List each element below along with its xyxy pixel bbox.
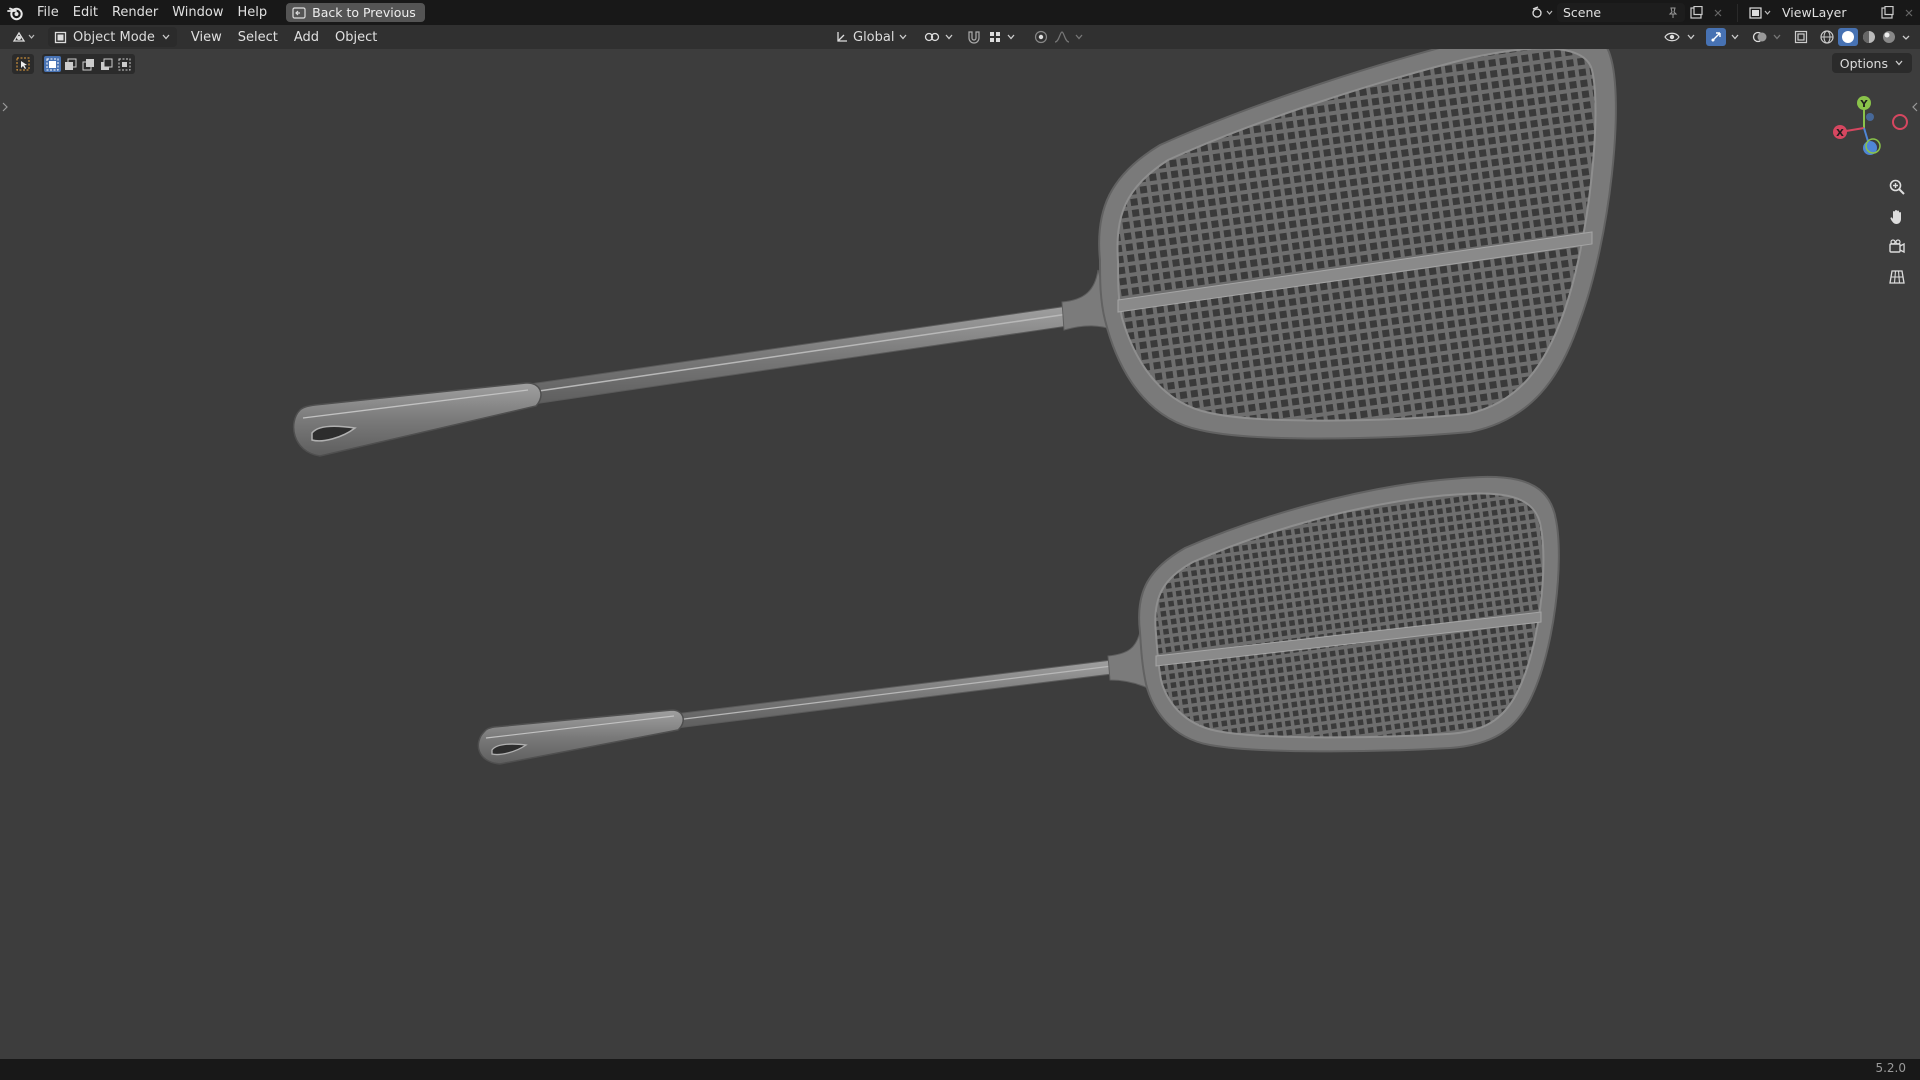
y-axis-label: Y [1859,99,1868,110]
proportional-falloff-dropdown[interactable] [1054,30,1084,44]
negative-z-handle[interactable] [1866,113,1874,121]
material-preview-shading-icon[interactable] [1860,28,1878,46]
pivot-point-dropdown[interactable] [924,30,954,44]
chevron-down-icon[interactable] [1900,28,1912,46]
proportional-edit-toggle[interactable] [1034,30,1048,44]
navigation-gizmo[interactable]: Y X [1824,90,1914,165]
proportional-edit-icon [1035,30,1048,44]
menu-help[interactable]: Help [231,0,275,25]
menu-render[interactable]: Render [105,0,165,25]
falloff-curve-icon [1055,31,1070,43]
gizmo-icon [1706,28,1726,46]
object-mode-label: Object Mode [73,29,155,45]
chevron-down-icon [1007,34,1015,40]
snap-grid-icon [990,32,1001,42]
chevron-down-icon [162,34,170,40]
negative-x-handle[interactable] [1892,114,1908,130]
xray-toggle[interactable] [1794,30,1808,44]
screen-back-icon [292,6,306,19]
view-layer-selector-icon[interactable] [1746,3,1776,22]
overlays-toggle[interactable] [1752,30,1782,44]
viewport-canvas[interactable] [0,49,1920,1059]
top-bar: File Edit Render Window Help Back to Pre… [0,0,1920,25]
chevron-down-icon [1773,34,1781,40]
new-scene-icon[interactable] [1685,3,1707,22]
snap-target-dropdown[interactable] [988,30,1016,44]
back-to-previous-label: Back to Previous [312,5,416,20]
camera-view-icon[interactable] [1884,235,1910,259]
viewport-right-tools [1664,25,1912,49]
fly-swatter-small[interactable] [477,475,1560,765]
visibility-dropdown[interactable] [1664,30,1696,44]
menu-select[interactable]: Select [230,30,286,45]
menu-view[interactable]: View [183,30,230,45]
chevron-down-icon [945,34,953,40]
snap-toggle[interactable] [966,30,982,44]
viewport-header: Object Mode View Select Add Object Globa… [0,25,1920,49]
wireframe-shading-icon[interactable] [1818,28,1836,46]
version-label: 5.2.0 [1875,1061,1906,1075]
menu-add[interactable]: Add [286,30,327,45]
chevron-down-icon [1687,34,1695,40]
blender-logo-icon[interactable] [0,0,30,25]
pivot-link-icon [925,32,940,42]
object-mode-dropdown[interactable]: Object Mode [48,27,177,47]
delete-scene-icon[interactable] [1707,3,1729,22]
scene-name: Scene [1563,5,1602,20]
perspective-grid-icon[interactable] [1884,265,1910,289]
shading-modes [1818,28,1912,46]
chevron-down-icon [1731,34,1739,40]
orientation-axes-icon [837,32,847,42]
menu-file[interactable]: File [30,0,66,25]
view-layer-name: ViewLayer [1782,5,1847,20]
object-mode-icon [54,31,67,43]
magnet-icon [968,31,981,44]
scene-selector-icon[interactable] [1527,3,1557,22]
delete-view-layer-icon[interactable] [1898,3,1920,22]
fly-swatter-large[interactable] [292,49,1617,457]
menu-window[interactable]: Window [165,0,230,25]
chevron-down-icon [899,34,907,40]
menu-edit[interactable]: Edit [66,0,105,25]
editor-type-icon[interactable] [8,28,42,47]
scene-name-field[interactable]: Scene [1557,3,1685,22]
overlay-icon [1752,31,1767,43]
new-view-layer-icon[interactable] [1876,3,1898,22]
xray-icon [1794,30,1808,44]
gizmo-toggle[interactable] [1706,28,1740,46]
navigation-tools [1884,175,1912,289]
status-bar: 5.2.0 [0,1059,1920,1080]
rendered-shading-icon[interactable] [1880,28,1898,46]
eye-icon [1664,32,1680,42]
zoom-icon[interactable] [1884,175,1910,199]
topbar-right: Scene ViewLayer [1527,0,1920,25]
pin-icon[interactable] [1667,7,1679,19]
transform-tools: Global [835,25,1084,49]
chevron-down-icon [1075,34,1083,40]
x-axis-label: X [1836,128,1844,139]
separator [1737,3,1738,22]
transform-orientation-dropdown[interactable]: Global [835,30,908,45]
solid-shading-icon[interactable] [1838,28,1858,46]
transform-orientation-label: Global [853,29,895,45]
pan-hand-icon[interactable] [1884,205,1910,229]
view-layer-field[interactable]: ViewLayer [1776,3,1876,22]
menu-object[interactable]: Object [327,30,385,45]
back-to-previous-button[interactable]: Back to Previous [286,3,425,22]
